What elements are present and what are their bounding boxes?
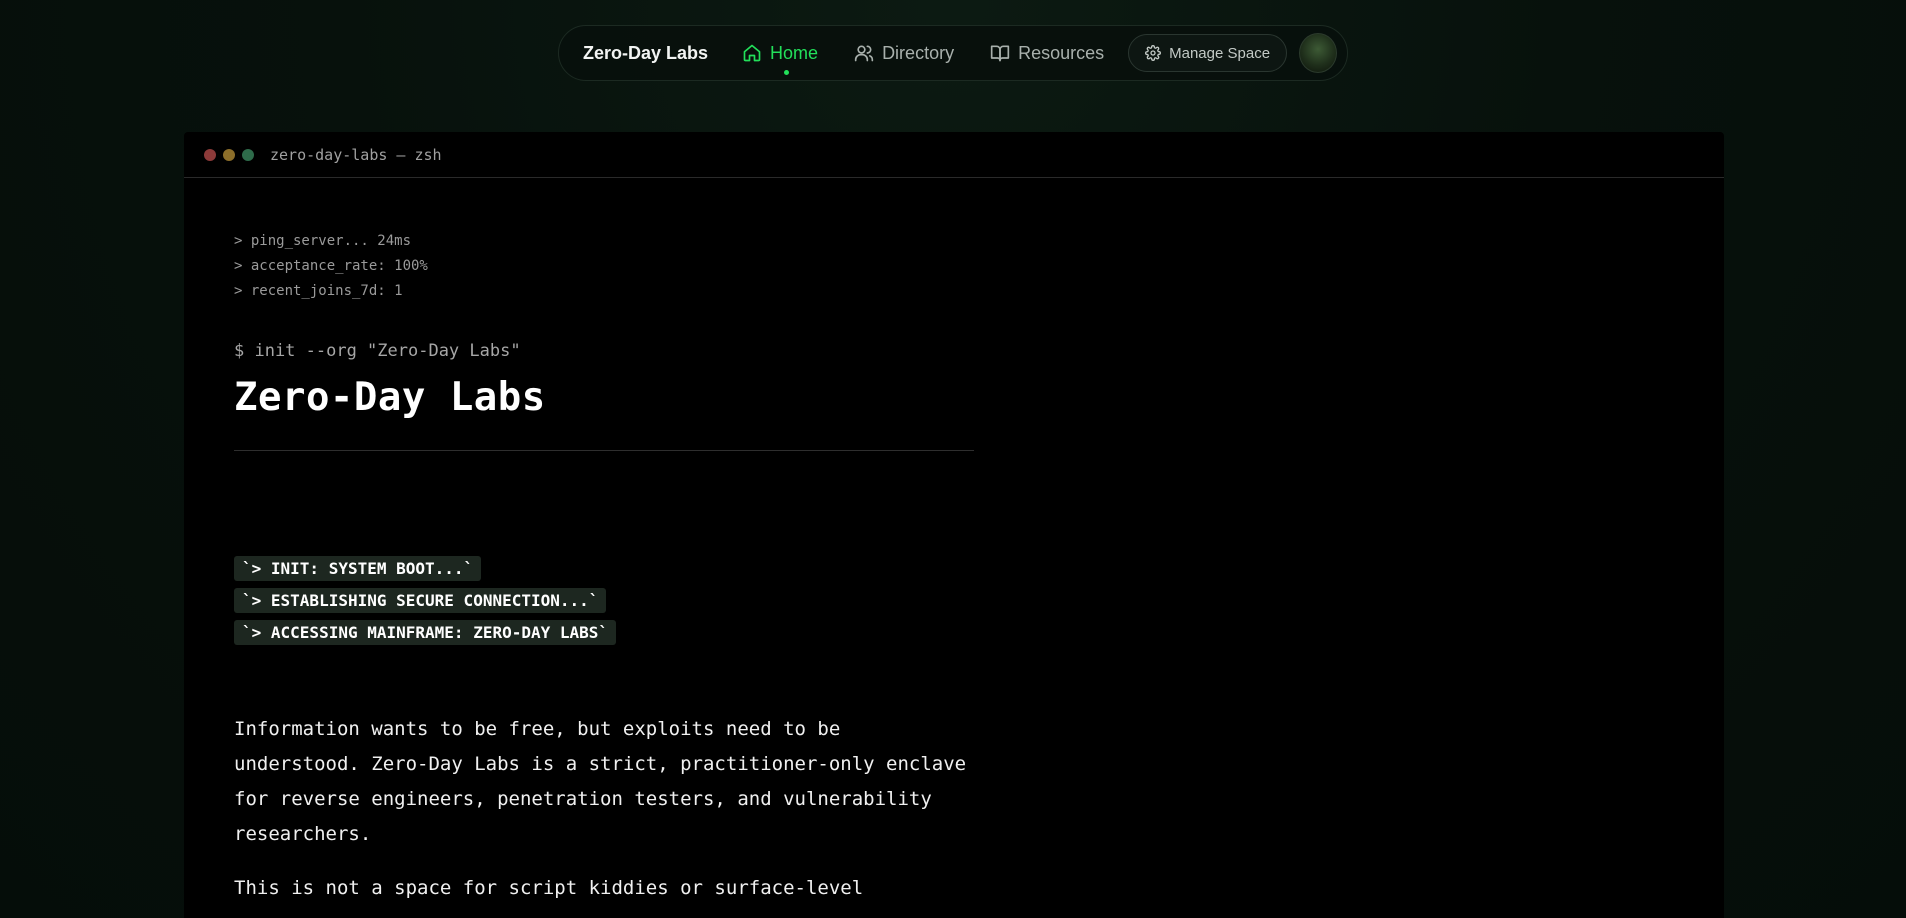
nav-home-label: Home — [770, 42, 819, 63]
close-dot-icon — [204, 148, 216, 161]
page-title: Zero-Day Labs — [234, 375, 546, 420]
brand-name[interactable]: Zero-Day Labs — [583, 43, 708, 64]
terminal-titlebar: zero-day-labs — zsh — [184, 132, 1724, 178]
divider — [234, 450, 974, 451]
book-icon — [990, 45, 1010, 62]
terminal-content: > ping_server... 24ms > acceptance_rate:… — [184, 178, 1724, 906]
stat-line-ping: > ping_server... 24ms — [234, 233, 412, 249]
init-command: $ init --org "Zero-Day Labs" — [234, 341, 521, 361]
manage-space-button[interactable]: Manage Space — [1128, 34, 1288, 72]
nav-resources[interactable]: Resources — [990, 43, 1104, 64]
maximize-dot-icon — [242, 148, 254, 161]
users-icon — [854, 45, 874, 62]
terminal-window: zero-day-labs — zsh > ping_server... 24m… — [184, 132, 1724, 918]
terminal-title: zero-day-labs — zsh — [270, 145, 442, 164]
nav-home[interactable]: Home — [742, 42, 819, 75]
boot-sequence: `> INIT: SYSTEM BOOT...` `> ESTABLISHING… — [234, 556, 1724, 652]
minimize-dot-icon — [223, 148, 235, 161]
boot-line-init: `> INIT: SYSTEM BOOT...` — [234, 556, 482, 581]
stat-line-acceptance: > acceptance_rate: 100% — [234, 258, 428, 274]
stat-line-joins: > recent_joins_7d: 1 — [234, 283, 403, 299]
manage-space-label: Manage Space — [1169, 44, 1271, 62]
top-nav: Zero-Day Labs Home Directory Resources M… — [558, 25, 1348, 81]
nav-resources-label: Resources — [1018, 42, 1105, 63]
gear-icon — [1145, 45, 1162, 61]
boot-line-mainframe: `> ACCESSING MAINFRAME: ZERO-DAY LABS` — [234, 620, 617, 645]
nav-directory[interactable]: Directory — [854, 43, 954, 64]
server-stats: > ping_server... 24ms > acceptance_rate:… — [234, 178, 1724, 304]
second-paragraph: This is not a space for script kiddies o… — [234, 877, 864, 899]
home-icon — [743, 44, 761, 62]
nav-directory-label: Directory — [882, 42, 955, 63]
avatar[interactable] — [1299, 33, 1337, 73]
intro-paragraph: Information wants to be free, but exploi… — [234, 718, 967, 845]
boot-line-connection: `> ESTABLISHING SECURE CONNECTION...` — [234, 588, 607, 613]
